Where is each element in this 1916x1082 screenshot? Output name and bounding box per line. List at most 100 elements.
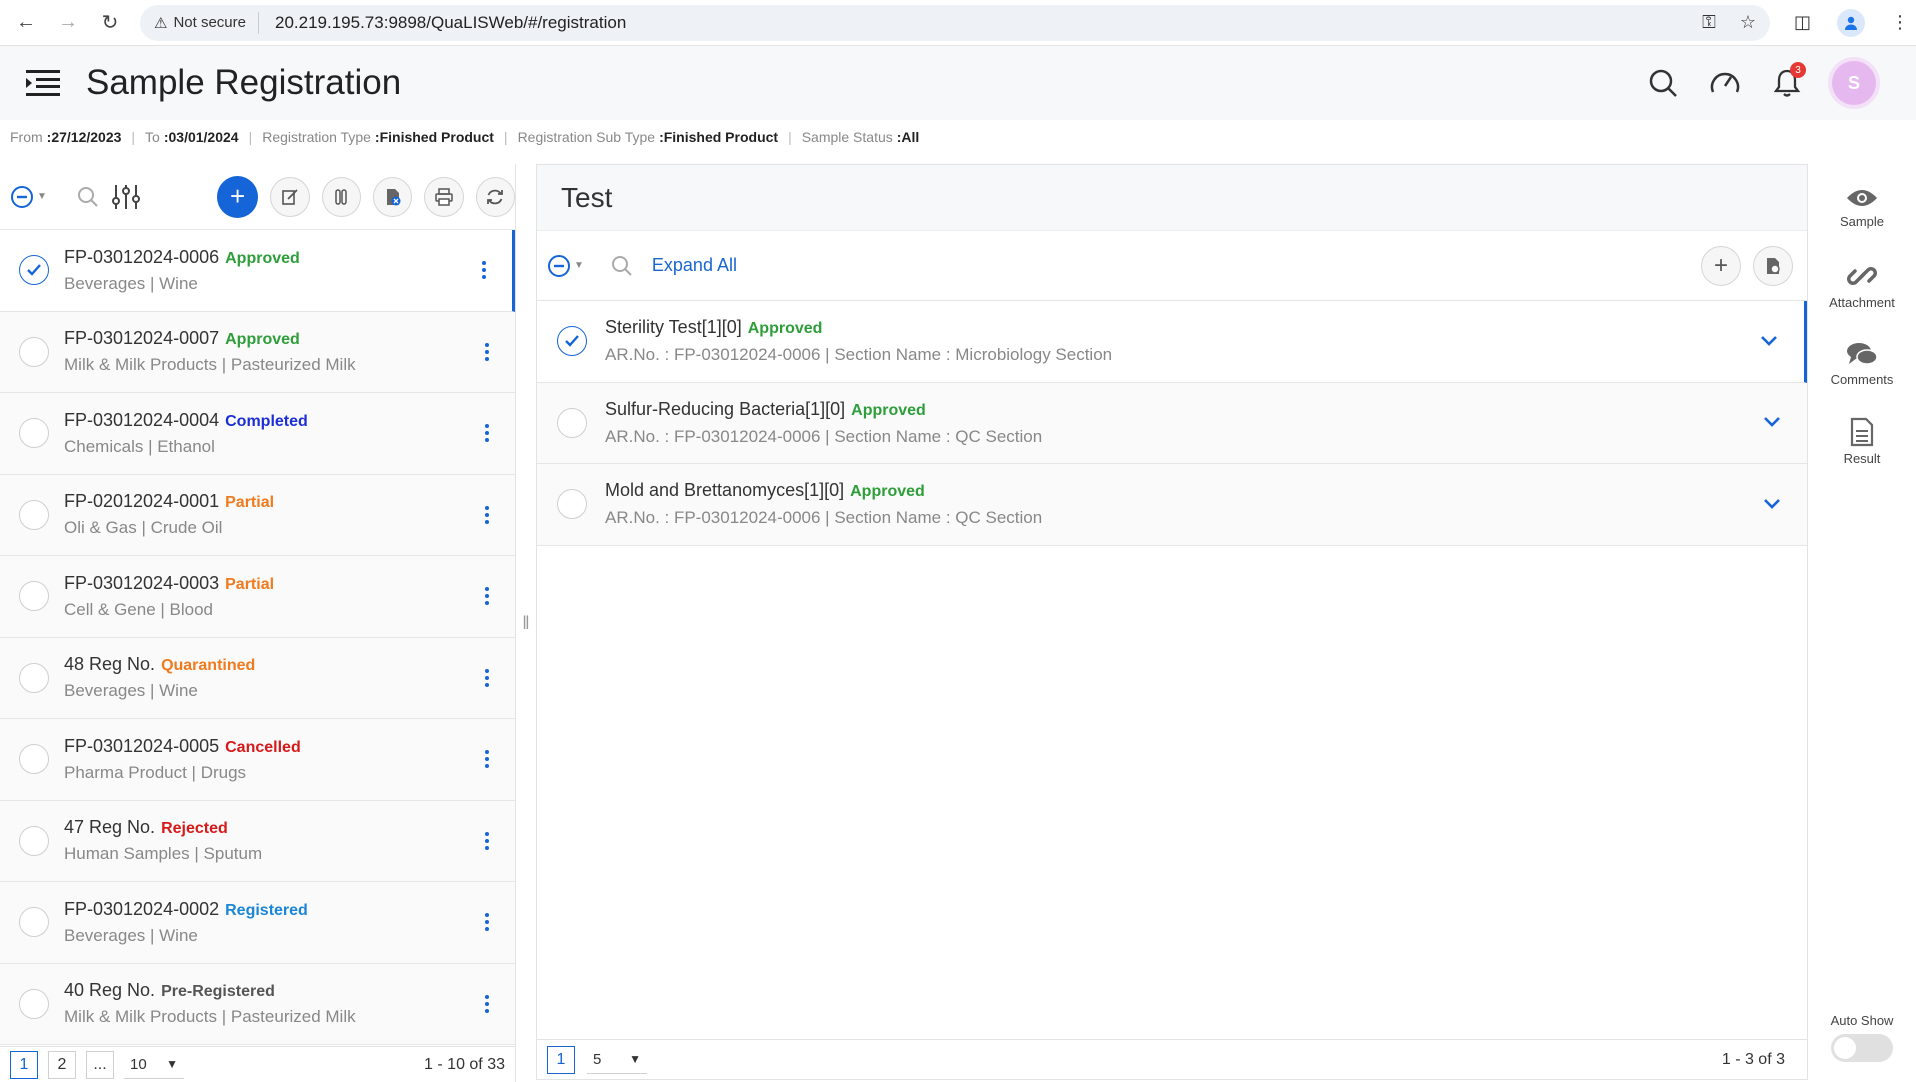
more-options-icon[interactable]: [477, 750, 497, 769]
filter-sliders-icon[interactable]: [111, 183, 141, 211]
sample-list-item[interactable]: 47 Reg No. Rejected Human Samples | Sputum: [0, 800, 515, 882]
back-icon[interactable]: ←: [10, 7, 42, 39]
search-icon[interactable]: [77, 186, 99, 208]
row-checkbox[interactable]: [19, 988, 49, 1019]
test-list-item[interactable]: Mold and Brettanomyces[1][0] Approved AR.N…: [537, 464, 1807, 546]
status-badge: Approved: [225, 249, 300, 267]
panel-resize-handle[interactable]: ‖: [516, 164, 536, 1082]
edit-button[interactable]: [270, 176, 310, 217]
sample-list-item[interactable]: FP-03012024-0005 Cancelled Pharma Product …: [0, 719, 515, 801]
more-options-icon[interactable]: [474, 261, 494, 280]
menu-toggle-icon[interactable]: [24, 67, 62, 99]
row-checkbox[interactable]: [557, 407, 587, 438]
add-test-button[interactable]: +: [1701, 245, 1741, 286]
page-ellipsis-button[interactable]: ...: [86, 1050, 114, 1079]
sample-id: FP-03012024-0005: [64, 735, 220, 756]
result-document-icon: [1850, 417, 1874, 446]
sample-list-item[interactable]: FP-03012024-0007 Approved Milk & Milk Prod…: [0, 311, 515, 393]
sample-title-line: FP-03012024-0006 Approved: [64, 247, 474, 268]
rail-comments-button[interactable]: Comments: [1808, 324, 1916, 402]
more-options-icon[interactable]: [477, 587, 497, 606]
forward-icon[interactable]: →: [52, 7, 84, 39]
status-badge: Rejected: [161, 820, 228, 838]
page-button-2[interactable]: 2: [48, 1050, 76, 1079]
caret-down-icon: ▼: [574, 260, 584, 271]
from-value: :27/12/2023: [46, 129, 122, 145]
chevron-down-icon[interactable]: [1763, 494, 1781, 515]
chevron-down-icon[interactable]: [1763, 412, 1781, 433]
chevron-down-icon[interactable]: [1760, 331, 1778, 352]
rail-sample-button[interactable]: Sample: [1808, 168, 1916, 246]
more-options-icon[interactable]: [477, 424, 497, 443]
test-item-text: Sterility Test[1][0] Approved AR.No. : FP-…: [605, 317, 1760, 365]
sample-item-text: FP-03012024-0006 Approved Beverages | Wine: [64, 247, 474, 294]
test-list-item[interactable]: Sterility Test[1][0] Approved AR.No. : FP-…: [537, 301, 1807, 383]
rail-attachment-button[interactable]: Attachment: [1808, 246, 1916, 324]
more-options-icon[interactable]: [477, 994, 497, 1013]
registration-type-label: Registration Type: [262, 129, 371, 145]
page-button-1[interactable]: 1: [547, 1045, 575, 1074]
sample-id: FP-03012024-0004: [64, 409, 220, 430]
more-options-icon[interactable]: [477, 913, 497, 932]
add-sample-button[interactable]: +: [216, 175, 259, 218]
test-title-line: Mold and Brettanomyces[1][0] Approved: [605, 480, 1763, 501]
browser-menu-icon[interactable]: ⋮: [1891, 12, 1909, 33]
sample-item-text: 47 Reg No. Rejected Human Samples | Sputum: [64, 817, 477, 864]
reload-icon[interactable]: ↻: [94, 7, 126, 39]
sample-list-item[interactable]: 40 Reg No. Pre-Registered Milk & Milk Prod…: [0, 963, 515, 1045]
page-button-1[interactable]: 1: [10, 1050, 38, 1079]
test-tubes-button[interactable]: [321, 176, 361, 217]
expand-all-link[interactable]: Expand All: [652, 255, 737, 276]
sample-list-item[interactable]: FP-03012024-0004 Completed Chemicals | Eth…: [0, 393, 515, 475]
sample-item-text: 48 Reg No. Quarantined Beverages | Wine: [64, 654, 477, 701]
dashboard-gauge-icon[interactable]: [1708, 66, 1742, 100]
select-all-dropdown[interactable]: ▼: [10, 185, 47, 209]
sample-list-item[interactable]: 48 Reg No. Quarantined Beverages | Wine: [0, 637, 515, 719]
sample-list-item[interactable]: FP-03012024-0002 Registered Beverages | Wi…: [0, 882, 515, 964]
page-size-select[interactable]: 10 ▼: [124, 1051, 184, 1079]
select-all-dropdown[interactable]: ▼: [547, 254, 584, 278]
user-avatar[interactable]: S: [1832, 61, 1876, 105]
auto-show-toggle[interactable]: [1831, 1034, 1893, 1062]
rail-result-button[interactable]: Result: [1808, 402, 1916, 480]
print-button[interactable]: [424, 176, 464, 217]
row-checkbox[interactable]: [19, 744, 49, 775]
row-checkbox[interactable]: [19, 662, 49, 693]
row-checkbox[interactable]: [557, 489, 587, 520]
row-checkbox[interactable]: [19, 255, 49, 286]
more-options-icon[interactable]: [477, 505, 497, 524]
status-badge: Partial: [225, 494, 275, 512]
registration-type-value: :Finished Product: [374, 129, 494, 145]
sample-list-item[interactable]: FP-03012024-0006 Approved Beverages | Wine: [0, 230, 515, 312]
security-indicator[interactable]: ⚠ Not secure: [154, 11, 259, 34]
rail-result-label: Result: [1843, 450, 1881, 466]
star-icon[interactable]: ☆: [1740, 12, 1756, 33]
row-checkbox[interactable]: [19, 825, 49, 856]
refresh-button[interactable]: [475, 176, 516, 217]
search-icon[interactable]: [1646, 66, 1680, 100]
page-title: Sample Registration: [86, 63, 402, 102]
profile-icon[interactable]: [1837, 8, 1866, 37]
sample-list-item[interactable]: FP-02012024-0001 Partial Oli & Gas | Crude…: [0, 474, 515, 556]
address-bar[interactable]: ⚠ Not secure 20.219.195.73:9898/QuaLISWe…: [140, 4, 1770, 41]
page-size-select[interactable]: 5 ▼: [587, 1046, 647, 1074]
sample-list-item[interactable]: FP-03012024-0003 Partial Cell & Gene | Blo…: [0, 556, 515, 638]
test-details: AR.No. : FP-03012024-0006 | Section Name…: [605, 345, 1113, 365]
cancel-document-button[interactable]: [372, 176, 413, 217]
test-document-button[interactable]: [1753, 245, 1793, 286]
side-panel-icon[interactable]: ◫: [1794, 12, 1811, 33]
row-checkbox[interactable]: [19, 581, 49, 612]
more-options-icon[interactable]: [477, 342, 497, 361]
more-options-icon[interactable]: [477, 831, 497, 850]
url-text[interactable]: 20.219.195.73:9898/QuaLISWeb/#/registrat…: [275, 13, 626, 33]
notification-bell-icon[interactable]: 3: [1770, 62, 1806, 100]
row-checkbox[interactable]: [19, 336, 49, 367]
row-checkbox[interactable]: [19, 418, 49, 449]
row-checkbox[interactable]: [19, 499, 49, 530]
row-checkbox[interactable]: [557, 326, 587, 357]
test-list-item[interactable]: Sulfur-Reducing Bacteria[1][0] Approved AR…: [537, 382, 1807, 464]
search-icon[interactable]: [610, 254, 634, 278]
key-icon[interactable]: ⚿: [1702, 12, 1716, 33]
row-checkbox[interactable]: [19, 907, 49, 938]
more-options-icon[interactable]: [477, 668, 497, 687]
